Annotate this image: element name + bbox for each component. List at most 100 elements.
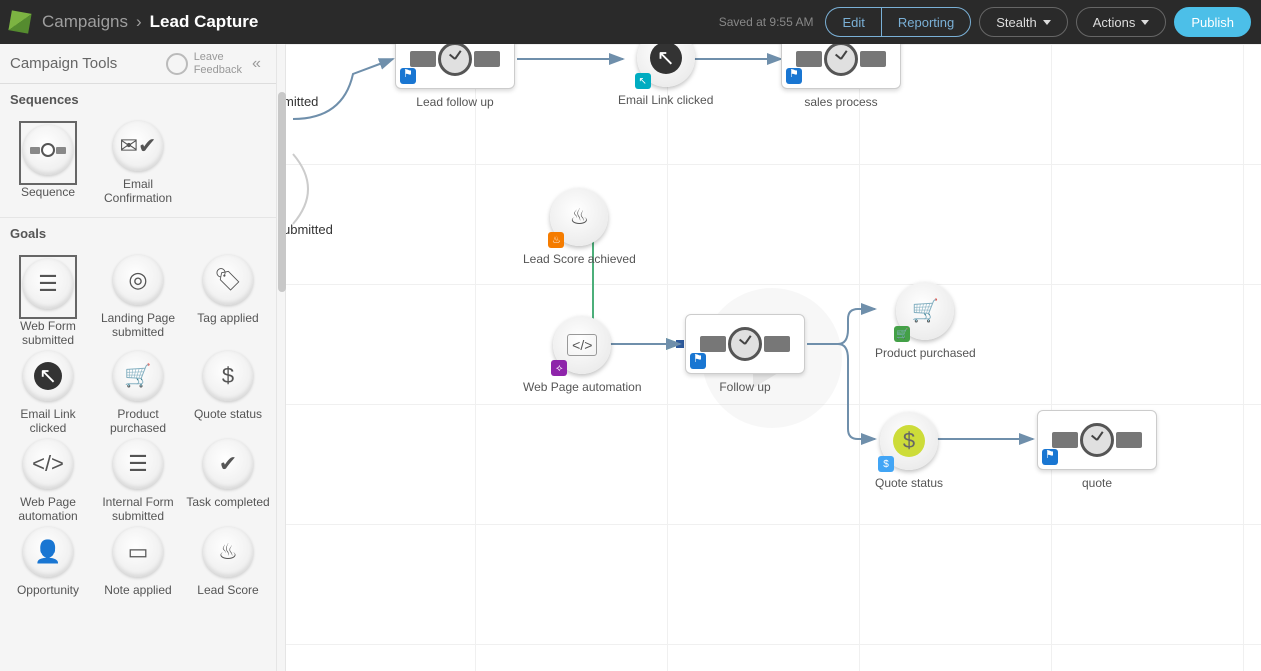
node-follow-up[interactable]: Follow up [685,314,805,394]
tool-label: Email Confirmation [94,177,182,205]
goals-grid: ☰ Web Form submitted ◎ Landing Page subm… [0,249,282,609]
reporting-button[interactable]: Reporting [881,7,971,37]
person-icon: 👤 [23,527,73,577]
node-lead-follow-up[interactable]: Lead follow up [395,44,515,109]
actions-label: Actions [1093,15,1136,30]
cart-icon: 🛒 [912,298,939,324]
node-label: sales process [804,95,877,109]
tool-label: Lead Score [197,583,258,597]
goal-circle[interactable]: 🛒 🛒 [896,282,954,340]
node-sales-process[interactable]: sales process [781,44,901,109]
sequence-card[interactable] [1037,410,1157,470]
tool-task-completed[interactable]: ✔ Task completed [184,439,272,523]
leave-feedback-button[interactable]: Leave Feedback [166,51,242,75]
dollar-icon: $ [893,425,925,457]
sidebar-title: Campaign Tools [10,55,117,72]
tool-email-confirmation[interactable]: ✉✔ Email Confirmation [94,121,182,205]
goal-circle[interactable]: ♨ ♨ [550,188,608,246]
node-quote[interactable]: quote [1037,410,1157,490]
code-icon: </> [23,439,73,489]
cursor-icon: ↖ [23,351,73,401]
smiley-icon [166,53,188,75]
goal-circle[interactable]: $ $ [880,412,938,470]
section-sequences-title: Sequences [0,84,282,115]
page-title: Lead Capture [150,12,259,32]
tool-web-page-automation[interactable]: </> Web Page automation [4,439,92,523]
tool-label: Email Link clicked [4,407,92,435]
breadcrumb: Campaigns › Lead Capture [42,12,258,32]
node-quote-status[interactable]: $ $ Quote status [875,412,943,490]
tool-lead-score[interactable]: ♨ Lead Score [184,527,272,597]
scrollbar-thumb[interactable] [278,92,286,292]
tool-internal-form-submitted[interactable]: ☰ Internal Form submitted [94,439,182,523]
document-icon: ☰ [113,439,163,489]
flame-icon: ♨ [570,204,590,230]
dollar-badge-icon: $ [878,456,894,472]
tool-label: Tag applied [197,311,258,325]
tool-label: Product purchased [94,407,182,435]
partial-node-submitted[interactable]: mitted [283,94,318,109]
tool-label: Web Form submitted [4,319,92,347]
chevron-down-icon [1141,20,1149,25]
partial-node-submitted2[interactable]: ubmitted [283,222,333,237]
flag-icon [400,68,416,84]
flag-icon [690,353,706,369]
flame-icon: ♨ [203,527,253,577]
breadcrumb-root[interactable]: Campaigns [42,12,128,32]
node-email-link-clicked[interactable]: ↖ ↖ Email Link clicked [618,44,713,107]
sequence-card[interactable] [781,44,901,89]
tag-icon: 🏷 [203,255,253,305]
node-label: ubmitted [283,222,333,237]
node-lead-score-achieved[interactable]: ♨ ♨ Lead Score achieved [523,188,636,266]
canvas[interactable]: mitted ubmitted Lead follow up ↖ ↖ Email… [283,44,1261,671]
node-label: Product purchased [875,346,976,360]
tool-landing-page-submitted[interactable]: ◎ Landing Page submitted [94,255,182,347]
dollar-icon: $ [203,351,253,401]
tool-note-applied[interactable]: ▭ Note applied [94,527,182,597]
tool-opportunity[interactable]: 👤 Opportunity [4,527,92,597]
tool-label: Web Page automation [4,495,92,523]
checkmark-icon: ✔ [203,439,253,489]
tool-email-link-clicked[interactable]: ↖ Email Link clicked [4,351,92,435]
node-web-page-automation[interactable]: </> ⟡ Web Page automation [523,316,642,394]
tool-label: Sequence [21,185,75,199]
saved-timestamp: Saved at 9:55 AM [719,15,814,29]
app-header: Campaigns › Lead Capture Saved at 9:55 A… [0,0,1261,44]
sequence-card[interactable] [685,314,805,374]
edit-button[interactable]: Edit [825,7,880,37]
collapse-sidebar-icon[interactable]: « [252,55,272,73]
sidebar-scrollbar[interactable] [276,44,286,671]
tool-web-form-submitted[interactable]: ☰ Web Form submitted [4,255,92,347]
node-label: Follow up [719,380,770,394]
goal-circle[interactable]: </> ⟡ [553,316,611,374]
flame-badge-icon: ♨ [548,232,564,248]
goal-circle[interactable]: ↖ ↖ [637,44,695,87]
node-product-purchased[interactable]: 🛒 🛒 Product purchased [875,282,976,360]
tool-sequence[interactable]: Sequence [4,121,92,205]
stealth-label: Stealth [996,15,1036,30]
tool-tag-applied[interactable]: 🏷 Tag applied [184,255,272,347]
tool-quote-status[interactable]: $ Quote status [184,351,272,435]
sequences-grid: Sequence ✉✔ Email Confirmation [0,115,282,218]
chevron-down-icon [1043,20,1051,25]
tool-product-purchased[interactable]: 🛒 Product purchased [94,351,182,435]
stealth-dropdown[interactable]: Stealth [979,7,1067,37]
form-icon: ☰ [23,259,73,309]
sidebar-header: Campaign Tools Leave Feedback « [0,44,282,84]
node-label: mitted [283,94,318,109]
actions-dropdown[interactable]: Actions [1076,7,1167,37]
breadcrumb-separator: › [136,12,142,32]
tool-label: Opportunity [17,583,79,597]
edit-reporting-toggle: Edit Reporting [825,7,971,37]
node-label: Lead follow up [416,95,493,109]
app-logo-icon [8,10,31,33]
node-label: quote [1082,476,1112,490]
sidebar: Campaign Tools Leave Feedback « Sequence… [0,44,283,671]
sequence-card[interactable] [395,44,515,89]
flag-icon [786,68,802,84]
sequence-icon [23,125,73,175]
code-badge-icon: ⟡ [551,360,567,376]
node-label: Email Link clicked [618,93,713,107]
publish-button[interactable]: Publish [1174,7,1251,37]
flag-icon [1042,449,1058,465]
